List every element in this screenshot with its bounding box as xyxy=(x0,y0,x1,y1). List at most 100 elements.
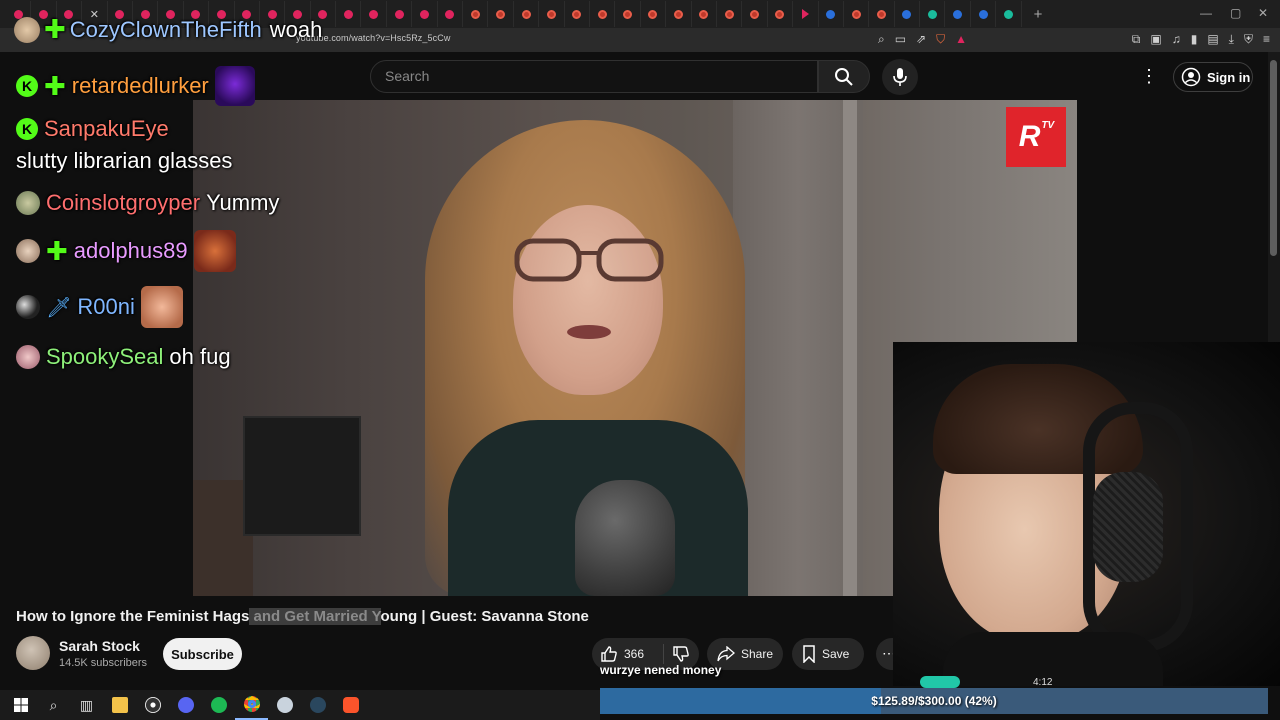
tab-favicon-icon xyxy=(419,9,429,19)
zoom-icon[interactable]: ⌕ xyxy=(878,32,885,47)
browser-tab[interactable] xyxy=(615,1,641,27)
obs-icon[interactable] xyxy=(136,690,169,720)
maximize-icon[interactable]: ▢ xyxy=(1230,6,1241,20)
chat-username: adolphus89 xyxy=(73,238,188,263)
browser-tab[interactable] xyxy=(666,1,692,27)
bird-app-icon xyxy=(276,697,293,713)
windows-logo-icon xyxy=(13,698,28,712)
subscribe-button[interactable]: Subscribe xyxy=(163,638,242,670)
wallet-icon[interactable]: ▤ xyxy=(1207,32,1218,47)
chat-username: SanpakuEye xyxy=(44,116,169,141)
voice-search-button[interactable] xyxy=(882,59,918,95)
tab-favicon-icon xyxy=(394,9,404,19)
sign-in-button[interactable]: Sign in xyxy=(1173,62,1253,92)
cast-icon[interactable]: ▭ xyxy=(895,32,906,47)
browser-tab[interactable] xyxy=(514,1,540,27)
browser-tab[interactable] xyxy=(641,1,667,27)
settings-menu-icon[interactable]: ⋮ xyxy=(1140,64,1158,88)
tab-favicon-icon xyxy=(699,9,709,19)
share-icon xyxy=(717,646,735,662)
browser-tab[interactable] xyxy=(717,1,743,27)
obs-logo-icon xyxy=(144,697,161,713)
browser-tab[interactable] xyxy=(819,1,844,27)
vpn-icon[interactable]: ⛨ xyxy=(1244,32,1253,47)
file-explorer-icon[interactable] xyxy=(103,690,136,720)
browser-tab[interactable] xyxy=(920,1,946,27)
browser-tab[interactable] xyxy=(361,1,387,27)
minimize-icon[interactable]: — xyxy=(1200,6,1212,20)
steam-icon[interactable] xyxy=(301,690,334,720)
donation-goal-bar: $125.89/$300.00 (42%) xyxy=(600,688,1268,714)
chat-message: slutty librarian glasses xyxy=(16,148,232,174)
search-button[interactable] xyxy=(818,60,870,93)
webcam-headphone-cup xyxy=(1093,472,1163,582)
browser-tab[interactable] xyxy=(768,1,794,27)
browser-tab[interactable] xyxy=(742,1,768,27)
user-avatar xyxy=(16,239,40,263)
brave-rewards-icon[interactable]: ▲ xyxy=(955,32,967,47)
menu-icon[interactable]: ≡ xyxy=(1263,32,1270,47)
browser-tab[interactable] xyxy=(869,1,895,27)
video-bg-doorframe xyxy=(843,100,857,596)
music-icon[interactable]: ♫ xyxy=(1172,32,1181,47)
kick-badge-icon: K xyxy=(16,75,38,97)
tab-favicon-icon xyxy=(851,9,861,19)
brave-icon[interactable] xyxy=(334,690,367,720)
logo-sup: TV xyxy=(1041,119,1055,131)
browser-tab[interactable] xyxy=(565,1,590,27)
channel-name[interactable]: Sarah Stock xyxy=(59,638,140,654)
sidebar-icon[interactable]: ▮ xyxy=(1191,32,1198,47)
search-input[interactable]: Search xyxy=(370,60,818,93)
tab-favicon-icon xyxy=(801,9,809,19)
mic-icon xyxy=(893,68,907,86)
download-icon[interactable]: ⤓ xyxy=(1229,32,1234,47)
share-page-icon[interactable]: ⇗ xyxy=(916,32,926,47)
browser-tab[interactable] xyxy=(895,1,921,27)
video-bg-frame xyxy=(243,416,361,536)
browser-tab[interactable] xyxy=(438,1,464,27)
new-tab-icon[interactable]: + xyxy=(1034,6,1043,23)
scrollbar-thumb[interactable] xyxy=(1270,60,1277,256)
browser-tab[interactable] xyxy=(844,1,870,27)
save-button[interactable]: Save xyxy=(792,638,864,670)
browser-tab[interactable] xyxy=(971,1,997,27)
browser-tab[interactable] xyxy=(793,1,819,27)
tab-favicon-icon xyxy=(927,9,937,19)
channel-avatar[interactable] xyxy=(16,636,50,670)
browser-tab[interactable] xyxy=(387,1,413,27)
browser-tab[interactable] xyxy=(590,1,616,27)
tab-favicon-icon xyxy=(572,9,582,19)
chat-message: K SanpakuEye xyxy=(16,116,169,142)
tab-favicon-icon xyxy=(1003,9,1013,19)
browser-tab[interactable] xyxy=(692,1,717,27)
browser-tab[interactable] xyxy=(412,1,438,27)
tab-favicon-icon xyxy=(673,9,683,19)
taskbar-search-icon[interactable]: ⌕ xyxy=(37,690,70,720)
discord-icon[interactable] xyxy=(169,690,202,720)
like-button[interactable]: 366 xyxy=(592,644,664,664)
app-icon[interactable] xyxy=(268,690,301,720)
extensions-icon[interactable]: ⧉ xyxy=(1132,32,1141,47)
kick-badge-icon: K xyxy=(16,118,38,140)
video-person-glasses xyxy=(514,238,664,282)
user-avatar xyxy=(16,295,40,319)
tab-favicon-icon xyxy=(496,9,506,19)
dislike-button[interactable] xyxy=(664,645,690,663)
brave-shield-icon[interactable]: ⛉ xyxy=(936,32,945,47)
spotify-icon[interactable] xyxy=(202,690,235,720)
gift-badge-icon: ✚ xyxy=(44,14,66,44)
shocked-face-emote-icon xyxy=(140,286,183,328)
browser-tab[interactable] xyxy=(996,1,1022,27)
screenshot-icon[interactable]: ▣ xyxy=(1150,32,1161,47)
chrome-icon[interactable] xyxy=(235,690,268,720)
windows-taskbar: ⌕ ▥ xyxy=(0,690,600,720)
start-button[interactable] xyxy=(4,690,37,720)
user-avatar xyxy=(16,191,40,215)
task-view-icon[interactable]: ▥ xyxy=(70,690,103,720)
browser-tab[interactable] xyxy=(336,1,362,27)
browser-tab[interactable] xyxy=(463,1,489,27)
browser-tab[interactable] xyxy=(945,1,971,27)
browser-tab[interactable] xyxy=(488,1,514,27)
browser-tab[interactable] xyxy=(539,1,565,27)
close-window-icon[interactable]: ✕ xyxy=(1258,6,1268,20)
